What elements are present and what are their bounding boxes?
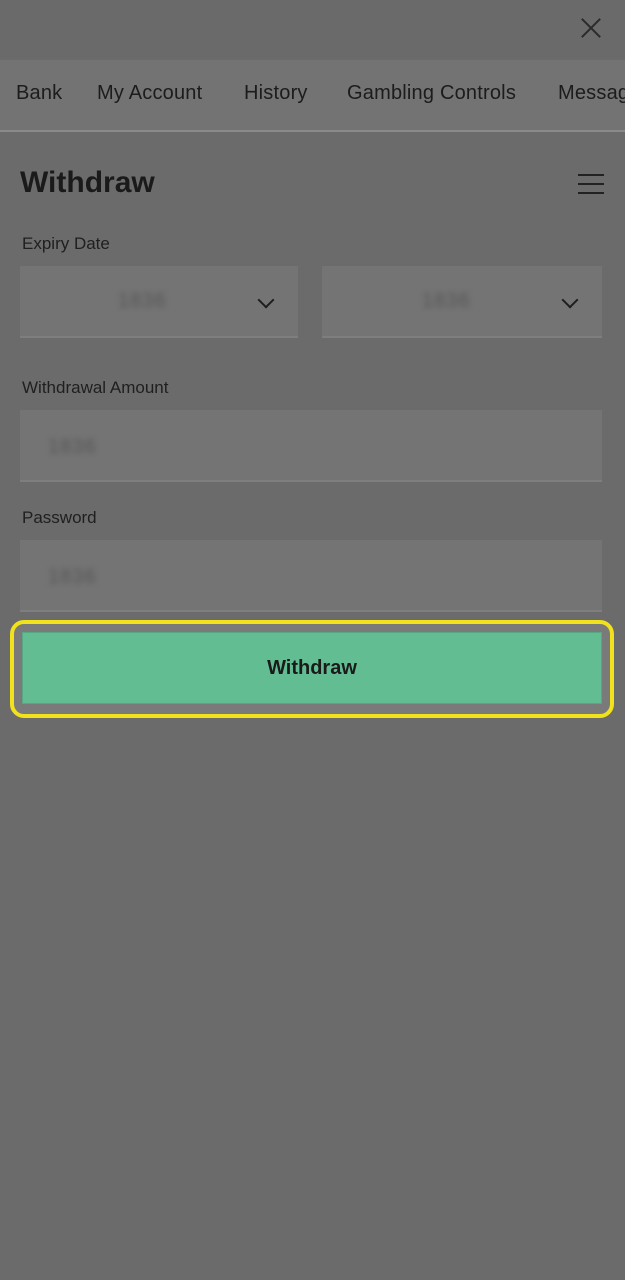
tab-my-account[interactable]: My Account <box>97 82 202 105</box>
withdrawal-amount-label: Withdrawal Amount <box>22 378 169 397</box>
expiry-month-select[interactable]: 1836 <box>20 266 298 338</box>
withdraw-page: Bank My Account History Gambling Control… <box>0 0 625 1280</box>
withdrawal-amount-value: 1836 <box>48 436 97 458</box>
account-tab-bar: Bank My Account History Gambling Control… <box>0 60 625 132</box>
tab-history[interactable]: History <box>244 82 308 105</box>
chevron-down-icon <box>257 291 275 309</box>
tab-bank[interactable]: Bank <box>16 82 62 105</box>
password-input[interactable]: 1836 <box>20 540 602 612</box>
tab-messages[interactable]: Messages <box>558 82 625 105</box>
tab-gambling-controls[interactable]: Gambling Controls <box>347 82 516 105</box>
close-icon[interactable] <box>577 14 605 42</box>
expiry-year-value: 1836 <box>422 290 471 312</box>
password-value: 1836 <box>48 566 97 588</box>
page-title: Withdraw <box>20 166 155 199</box>
chevron-down-icon <box>561 291 579 309</box>
withdraw-button[interactable]: Withdraw <box>22 632 602 704</box>
password-label: Password <box>22 508 97 527</box>
hamburger-menu-icon[interactable] <box>578 172 604 194</box>
top-bar <box>0 0 625 58</box>
withdrawal-amount-input[interactable]: 1836 <box>20 410 602 482</box>
expiry-year-select[interactable]: 1836 <box>322 266 602 338</box>
expiry-month-value: 1836 <box>118 290 167 312</box>
expiry-date-label: Expiry Date <box>22 234 110 253</box>
